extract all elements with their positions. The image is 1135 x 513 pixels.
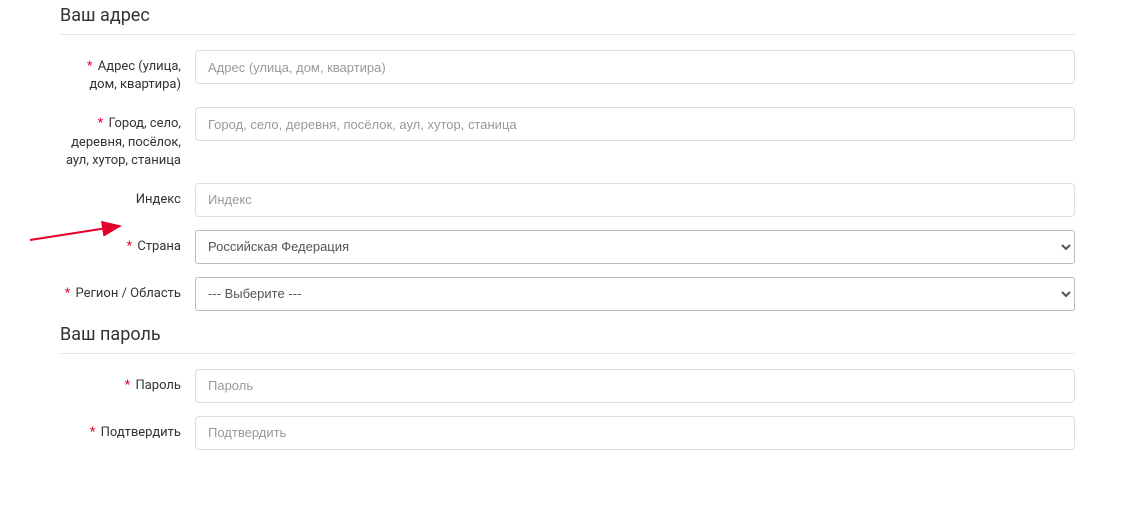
required-marker: * [90, 425, 96, 440]
city-input[interactable] [195, 107, 1075, 141]
label-text-confirm: Подтвердить [101, 425, 181, 440]
label-address: * Адрес (улица, дом, квартира) [60, 50, 195, 94]
row-confirm: * Подтвердить [60, 416, 1075, 450]
required-marker: * [87, 59, 93, 74]
label-confirm: * Подтвердить [60, 416, 195, 442]
label-text-country: Страна [137, 239, 181, 254]
password-input[interactable] [195, 369, 1075, 403]
row-password: * Пароль [60, 369, 1075, 403]
required-marker: * [127, 239, 133, 254]
label-country: * Страна [60, 230, 195, 256]
row-city: * Город, село, деревня, посёлок, аул, ху… [60, 107, 1075, 170]
row-country: * Страна Российская Федерация [60, 230, 1075, 264]
label-text-region: Регион / Область [75, 286, 181, 301]
country-select[interactable]: Российская Федерация [195, 230, 1075, 264]
row-address: * Адрес (улица, дом, квартира) [60, 50, 1075, 94]
section-title-password: Ваш пароль [60, 324, 1075, 345]
label-password: * Пароль [60, 369, 195, 395]
label-index: Индекс [60, 183, 195, 209]
region-select[interactable]: --- Выберите --- [195, 277, 1075, 311]
label-text-password: Пароль [135, 378, 181, 393]
required-marker: * [125, 378, 131, 393]
row-index: Индекс [60, 183, 1075, 217]
section-title-address: Ваш адрес [60, 5, 1075, 26]
label-city: * Город, село, деревня, посёлок, аул, ху… [60, 107, 195, 170]
label-region: * Регион / Область [60, 277, 195, 303]
label-text-city: Город, село, деревня, посёлок, аул, хуто… [66, 116, 181, 167]
address-input[interactable] [195, 50, 1075, 84]
index-input[interactable] [195, 183, 1075, 217]
required-marker: * [65, 286, 71, 301]
confirm-input[interactable] [195, 416, 1075, 450]
divider [60, 34, 1075, 35]
label-text-address: Адрес (улица, дом, квартира) [89, 59, 181, 92]
row-region: * Регион / Область --- Выберите --- [60, 277, 1075, 311]
required-marker: * [98, 116, 104, 131]
label-text-index: Индекс [136, 192, 181, 207]
divider [60, 353, 1075, 354]
